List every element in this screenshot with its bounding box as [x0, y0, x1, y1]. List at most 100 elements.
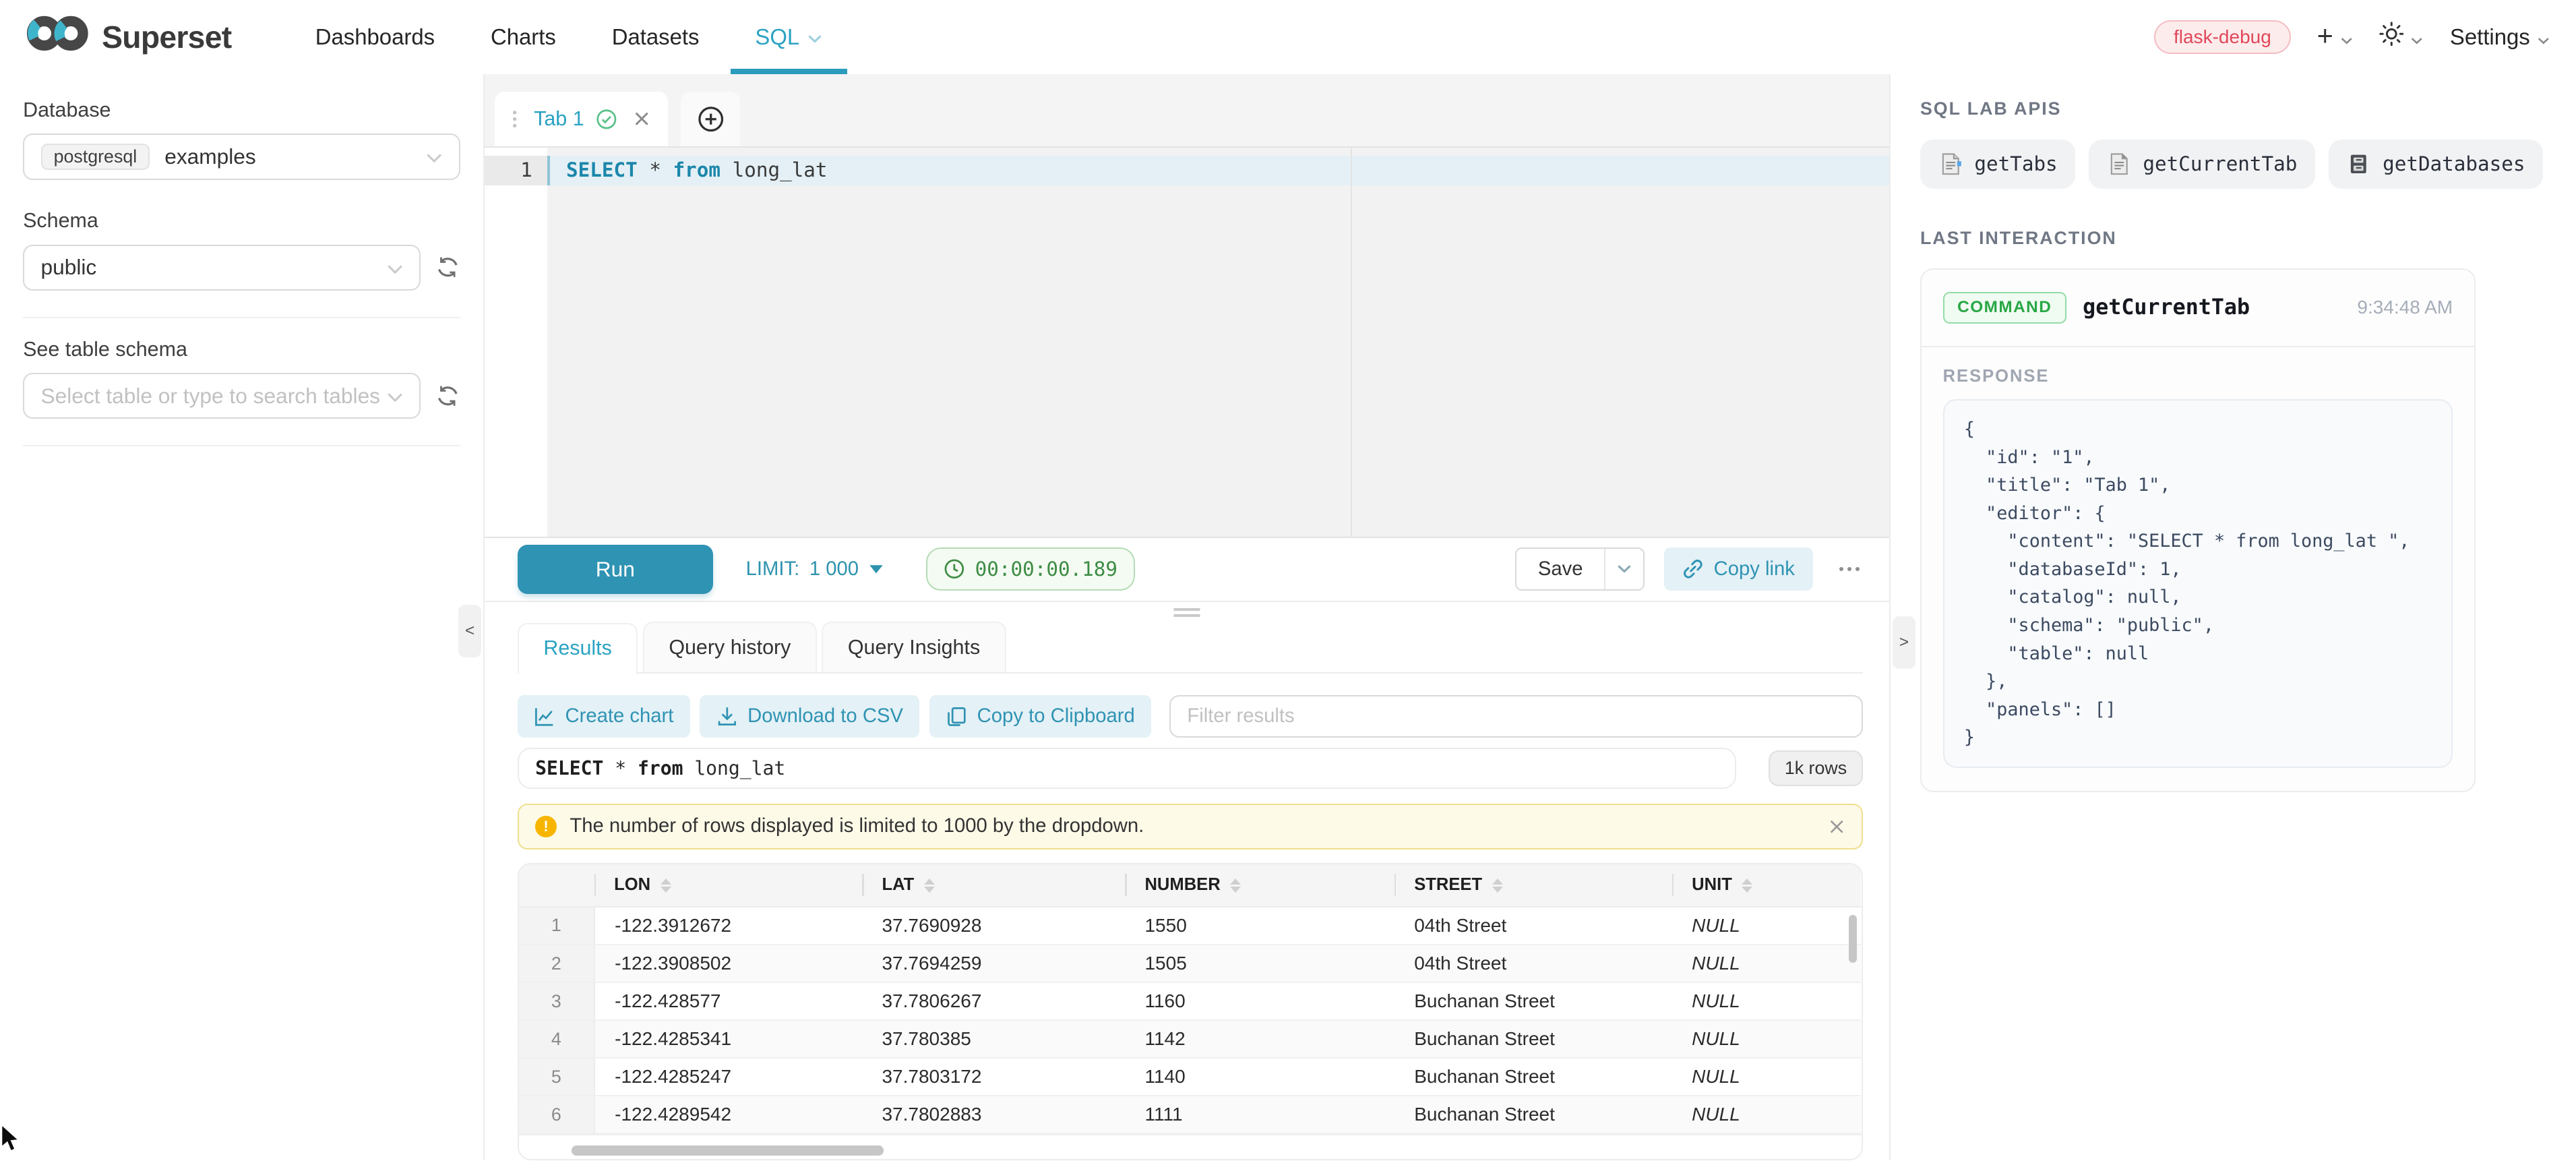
- refresh-tables-button[interactable]: [435, 384, 460, 409]
- sun-icon: [2379, 22, 2404, 53]
- tab-query-history[interactable]: Query history: [643, 622, 817, 673]
- nav-item-charts[interactable]: Charts: [463, 0, 584, 74]
- chevron-down-icon: [387, 253, 403, 282]
- collapse-left-panel-button[interactable]: <: [458, 605, 481, 657]
- nav-item-datasets[interactable]: Datasets: [584, 0, 727, 74]
- editor-gutter: 1: [485, 148, 547, 537]
- editor-code-area[interactable]: SELECT * from long_lat: [547, 148, 1889, 537]
- table-select-placeholder: Select table or type to search tables: [41, 384, 381, 409]
- save-button[interactable]: Save: [1516, 549, 1605, 589]
- download-csv-button[interactable]: Download to CSV: [700, 695, 919, 738]
- table-row: 6 -122.4289542 37.7802883 1111 Buchanan …: [519, 1096, 1861, 1133]
- results-actions: Create chart Download to CSV: [518, 695, 1863, 738]
- horizontal-scrollbar[interactable]: [519, 1142, 1862, 1158]
- chevron-down-icon: [387, 381, 403, 411]
- sql-code-line: SELECT * from long_lat: [547, 156, 1889, 185]
- sql-lab-api-panel: SQL LAB APIS getTabs: [1891, 74, 2576, 1160]
- bookmark-tabs-icon: [1938, 152, 1963, 177]
- api-buttons: getTabs getCurrentTab: [1920, 140, 2543, 189]
- more-actions-button[interactable]: [1836, 560, 1863, 578]
- editor-tab[interactable]: Tab 1: [495, 92, 668, 146]
- save-options-caret[interactable]: [1605, 549, 1643, 589]
- horizontal-scrollbar-thumb[interactable]: [572, 1145, 884, 1156]
- schema-label: Schema: [23, 209, 460, 233]
- sort-icon[interactable]: [1742, 879, 1752, 893]
- check-circle-icon: [596, 109, 617, 130]
- run-query-button[interactable]: Run: [518, 545, 713, 594]
- vertical-scrollbar-thumb[interactable]: [1849, 915, 1857, 963]
- database-engine-tag: postgresql: [41, 144, 150, 171]
- copy-clipboard-button[interactable]: Copy to Clipboard: [929, 695, 1151, 738]
- query-timer: 00:00:00.189: [926, 547, 1135, 590]
- sidebar-divider: [23, 317, 460, 318]
- command-timestamp: 9:34:48 AM: [2357, 297, 2453, 318]
- schema-value: public: [41, 255, 97, 280]
- sql-code-editor[interactable]: 1 SELECT * from long_lat: [485, 148, 1889, 537]
- nav-item-sql[interactable]: SQL: [727, 0, 851, 74]
- collapse-right-panel-button[interactable]: >: [1893, 616, 1915, 669]
- table-row: 5 -122.4285247 37.7803172 1140 Buchanan …: [519, 1058, 1861, 1096]
- editor-tab-title: Tab 1: [534, 107, 584, 131]
- left-sidebar: Database postgresql examples Schema publ…: [0, 74, 483, 1160]
- column-header-number[interactable]: NUMBER: [1125, 864, 1394, 907]
- results-table-container: LON LAT NUMBER STREET UNIT 1 -122.391267…: [518, 863, 1863, 1160]
- get-current-tab-button[interactable]: getCurrentTab: [2089, 140, 2315, 189]
- table-row: 2 -122.3908502 37.7694259 1505 04th Stre…: [519, 945, 1861, 982]
- sort-icon[interactable]: [661, 879, 671, 893]
- table-header-row: LON LAT NUMBER STREET UNIT: [519, 864, 1861, 907]
- panel-resize-handle[interactable]: [485, 602, 1889, 622]
- schema-select[interactable]: public: [23, 245, 421, 291]
- command-name: getCurrentTab: [2083, 295, 2250, 320]
- copy-link-button[interactable]: Copy link: [1664, 547, 1812, 590]
- limit-dropdown[interactable]: LIMIT: 1 000: [746, 558, 884, 580]
- header-row-number: [519, 864, 594, 907]
- superset-logo-icon: [26, 13, 89, 61]
- link-icon: [1682, 558, 1704, 580]
- sort-icon[interactable]: [1230, 879, 1241, 893]
- database-select[interactable]: postgresql examples: [23, 133, 460, 179]
- rows-count-badge: 1k rows: [1769, 750, 1863, 787]
- get-tabs-button[interactable]: getTabs: [1920, 140, 2076, 189]
- warning-icon: !: [535, 816, 557, 837]
- database-label: Database: [23, 98, 460, 122]
- column-header-lon[interactable]: LON: [594, 864, 862, 907]
- navbar: Superset Dashboards Charts Datasets SQL …: [0, 0, 2576, 74]
- brand[interactable]: Superset: [26, 0, 231, 74]
- query-preview: SELECT * from long_lat: [518, 748, 1737, 789]
- get-databases-button[interactable]: getDatabases: [2329, 140, 2544, 189]
- close-warning-icon[interactable]: [1829, 818, 1845, 835]
- create-chart-button[interactable]: Create chart: [518, 695, 690, 738]
- tab-results[interactable]: Results: [518, 623, 638, 674]
- column-header-street[interactable]: STREET: [1394, 864, 1672, 907]
- sort-icon[interactable]: [924, 879, 935, 893]
- editor-toolbar: Run LIMIT: 1 000 00:00:00.189: [485, 537, 1889, 602]
- chevron-down-icon: [426, 142, 442, 171]
- nav-item-dashboards[interactable]: Dashboards: [287, 0, 462, 74]
- add-tab-button[interactable]: [681, 92, 740, 146]
- table-schema-label: See table schema: [23, 338, 460, 361]
- sort-icon[interactable]: [1492, 879, 1503, 893]
- refresh-schema-button[interactable]: [435, 255, 460, 280]
- drag-dots-icon[interactable]: [512, 109, 522, 129]
- settings-menu[interactable]: Settings: [2450, 22, 2550, 52]
- new-item-button[interactable]: +: [2317, 22, 2353, 52]
- nav-items: Dashboards Charts Datasets SQL: [287, 0, 850, 74]
- tab-query-insights[interactable]: Query Insights: [822, 622, 1006, 673]
- chevron-down-icon: [2340, 22, 2354, 52]
- theme-toggle[interactable]: [2379, 22, 2424, 53]
- filter-results-input[interactable]: [1169, 695, 1863, 738]
- drag-handle-icon: [1174, 608, 1200, 620]
- partial-row: [519, 1134, 1862, 1142]
- response-label: RESPONSE: [1943, 367, 2453, 386]
- copy-icon: [946, 706, 967, 727]
- column-header-lat[interactable]: LAT: [862, 864, 1125, 907]
- column-header-unit[interactable]: UNIT: [1672, 864, 1861, 907]
- sql-editor-panel: < > Tab 1: [483, 74, 1891, 1160]
- close-tab-icon[interactable]: [634, 111, 650, 127]
- sql-lab-app: Superset Dashboards Charts Datasets SQL …: [0, 0, 2576, 1160]
- table-select[interactable]: Select table or type to search tables: [23, 373, 421, 419]
- row-limit-warning: ! The number of rows displayed is limite…: [518, 804, 1863, 850]
- response-json-box: { "id": "1", "title": "Tab 1", "editor":…: [1943, 399, 2453, 767]
- table-row: 3 -122.428577 37.7806267 1160 Buchanan S…: [519, 982, 1861, 1020]
- chevron-down-icon: [2410, 22, 2424, 52]
